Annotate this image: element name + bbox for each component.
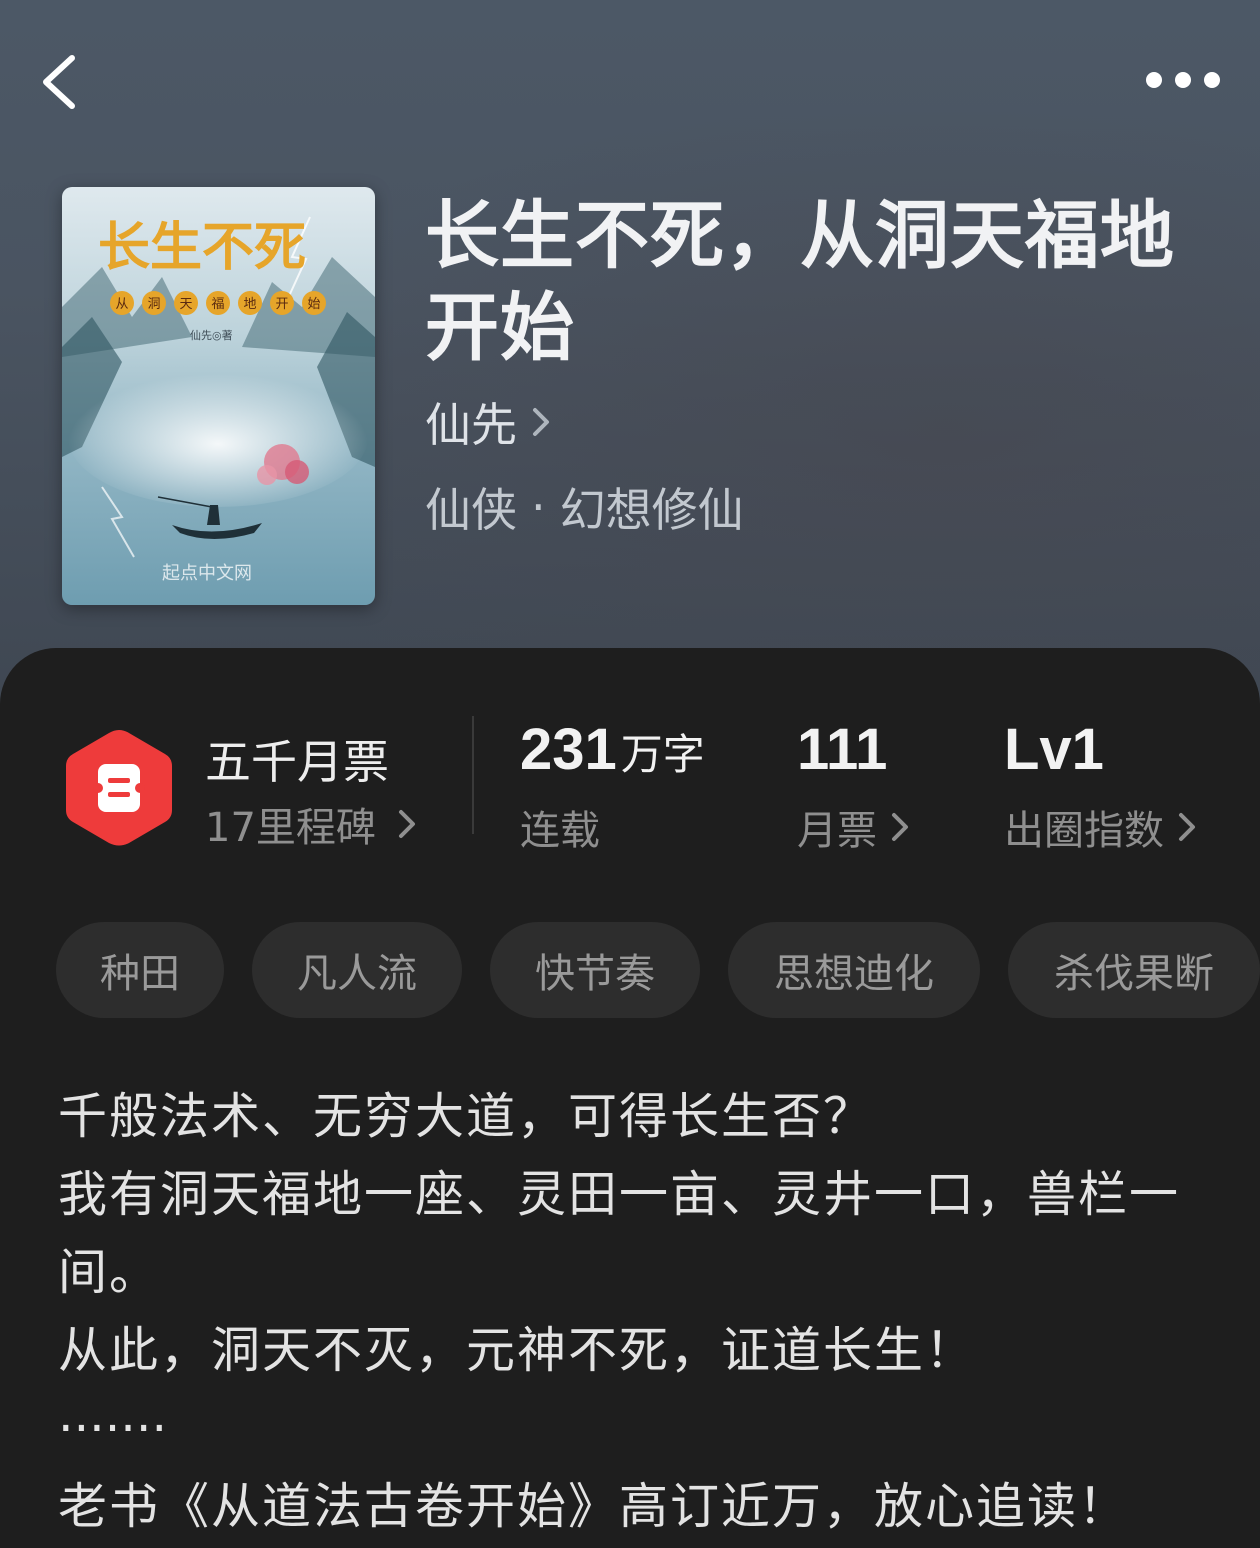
chevron-left-icon	[43, 55, 75, 109]
chevron-right-icon	[398, 810, 415, 838]
book-description[interactable]: 千般法术、无穷大道，可得长生否？ 我有洞天福地一座、灵田一亩、灵井一口，兽栏一间…	[58, 1078, 1218, 1546]
cover-seal-char: 开	[275, 297, 288, 312]
back-button[interactable]	[36, 50, 96, 114]
tag-chip[interactable]: 快节奏	[490, 922, 700, 1018]
chevron-right-icon	[892, 813, 908, 841]
genre-line: 仙侠 · 幻想修仙	[425, 474, 744, 540]
more-dots-icon	[1146, 72, 1220, 88]
level-value: Lv1	[1004, 717, 1104, 782]
tickets-label: 月票	[797, 808, 877, 854]
tag-chip[interactable]: 杀伐果断	[1008, 922, 1260, 1018]
cover-seal-char: 洞	[147, 297, 160, 312]
milestone-text: 17里程碑	[205, 805, 376, 851]
word-count-stat: 231 万字	[520, 716, 705, 783]
monthly-ticket-badge[interactable]	[62, 726, 176, 850]
serial-status-label: 连载	[520, 798, 600, 856]
description-line: 从此，洞天不灭，元神不死，证道长生！	[58, 1322, 977, 1379]
cover-seal-char: 始	[307, 297, 320, 312]
author-link[interactable]: 仙先	[425, 392, 551, 452]
tag-chip[interactable]: 凡人流	[252, 922, 462, 1018]
chevron-right-icon	[533, 408, 549, 436]
book-cover[interactable]: 长生不死 从 洞 天 福 地 开 始 仙先◎著 起点中文网	[62, 187, 375, 605]
stats-divider	[472, 716, 474, 834]
genre-separator: ·	[531, 480, 546, 534]
word-count-value: 231	[520, 717, 617, 782]
tag-chip[interactable]: 种田	[56, 922, 224, 1018]
cover-seal-char: 地	[243, 297, 256, 312]
serial-status-text: 连载	[520, 808, 600, 854]
monthly-ticket-title: 五千月票	[205, 735, 389, 789]
description-line: 千般法术、无穷大道，可得长生否？	[58, 1088, 875, 1145]
tickets-link[interactable]: 月票	[797, 798, 909, 856]
influence-index-label: 出圈指数	[1004, 808, 1164, 854]
influence-index-link[interactable]: 出圈指数	[1004, 798, 1196, 856]
ticket-badge-icon	[66, 730, 172, 846]
genre-subcategory: 幻想修仙	[559, 483, 744, 537]
cover-seal-char: 福	[211, 297, 224, 312]
word-count-unit: 万字	[620, 730, 705, 779]
tickets-value: 111	[797, 717, 888, 782]
cover-title-text: 长生不死	[98, 217, 306, 278]
genre-category: 仙侠	[425, 483, 517, 537]
cover-seal-char: 从	[115, 297, 128, 312]
milestone-link[interactable]: 17里程碑	[205, 795, 416, 853]
chevron-right-icon	[1179, 813, 1195, 841]
cover-seal-char: 天	[179, 297, 192, 312]
tag-list: 种田 凡人流 快节奏 思想迪化 杀伐果断	[56, 922, 1260, 1018]
description-line: 老书《从道法古卷开始》高订近万，放心追读！	[58, 1478, 1130, 1535]
cover-publisher-text: 起点中文网	[162, 563, 252, 584]
level-stat: Lv1	[1004, 716, 1104, 783]
description-line: ·······	[58, 1400, 168, 1457]
book-title: 长生不死，从洞天福地开始	[425, 193, 1175, 371]
cover-author-text: 仙先◎著	[190, 328, 233, 342]
author-name: 仙先	[425, 398, 517, 452]
tag-chip[interactable]: 思想迪化	[728, 922, 980, 1018]
more-options-button[interactable]	[1138, 58, 1228, 102]
description-line: 我有洞天福地一座、灵田一亩、灵井一口，兽栏一间。	[58, 1166, 1181, 1301]
tickets-stat: 111	[797, 716, 887, 783]
